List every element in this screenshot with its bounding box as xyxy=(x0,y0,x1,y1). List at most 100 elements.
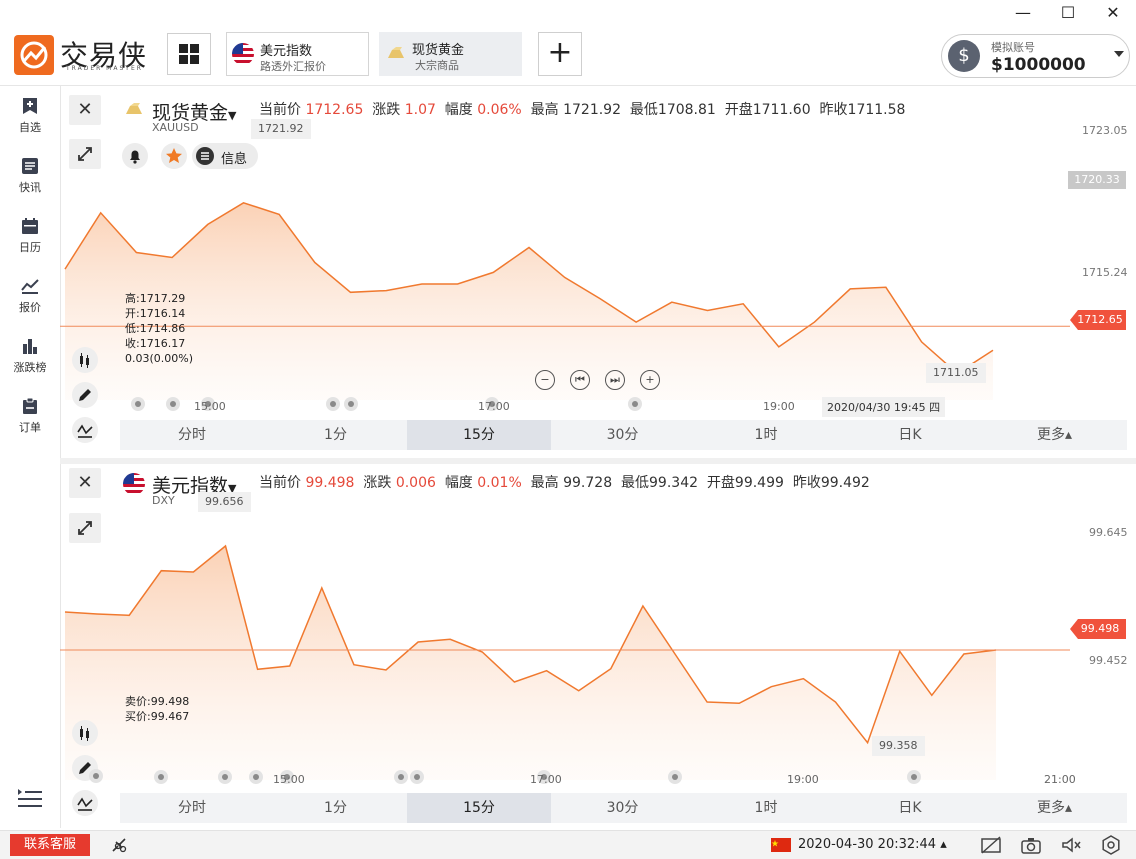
event-marker[interactable] xyxy=(166,397,180,411)
event-marker[interactable] xyxy=(249,770,263,784)
menu-list-icon[interactable] xyxy=(17,786,43,810)
gold-bar-icon xyxy=(388,47,404,58)
more-timeframes-button[interactable]: 更多▴ xyxy=(982,793,1127,823)
max-price-tip: 1721.92 xyxy=(251,119,311,139)
candle-type-button[interactable] xyxy=(72,720,98,746)
zoom-in-button[interactable]: + xyxy=(640,370,660,390)
jump-end-button[interactable]: ⏭ xyxy=(605,370,625,390)
quote-label: 最低 xyxy=(621,475,650,491)
low-value: 99.342 xyxy=(649,475,699,491)
add-tab-button[interactable]: + xyxy=(538,32,582,76)
layout-grid-button[interactable] xyxy=(167,33,211,75)
connection-icon[interactable] xyxy=(110,836,130,854)
timeframe-tab[interactable]: 日K xyxy=(838,793,982,823)
tab-subtitle: 大宗商品 xyxy=(415,59,459,72)
sidebar-item-quotes[interactable]: 报价 xyxy=(0,277,60,315)
open-value: 99.499 xyxy=(734,475,784,491)
timeframe-tab[interactable]: 30分 xyxy=(551,420,694,450)
event-marker[interactable] xyxy=(218,770,232,784)
event-marker[interactable] xyxy=(344,397,358,411)
event-marker[interactable] xyxy=(668,770,682,784)
y-tick-label: 1723.05 xyxy=(1082,124,1128,137)
event-marker[interactable] xyxy=(131,397,145,411)
event-marker[interactable] xyxy=(410,770,424,784)
tab-gold[interactable]: 现货黄金 大宗商品 xyxy=(379,32,522,76)
ohlc-readout: 高:1717.29 开:1716.14 低:1714.86 收:1716.17 … xyxy=(125,292,194,365)
quote-bar: 当前价 99.498 涨跌 0.006 幅度 0.01% 最高 99.728 最… xyxy=(259,472,870,492)
indicator-button[interactable] xyxy=(72,790,98,816)
jump-start-button[interactable]: ⏮ xyxy=(570,370,590,390)
timeframe-tab[interactable]: 分时 xyxy=(120,420,264,450)
timeframe-tab[interactable]: 30分 xyxy=(551,793,694,823)
contact-support-button[interactable]: 联系客服 xyxy=(10,834,90,856)
last-price-tag: 1712.65 xyxy=(1070,310,1126,330)
grid-icon-cell xyxy=(179,55,188,64)
timeframe-tab[interactable]: 日K xyxy=(838,420,982,450)
settings-icon[interactable] xyxy=(1100,834,1122,856)
current-price: 99.498 xyxy=(305,475,355,491)
account-selector[interactable]: $ 模拟账号 $1000000 xyxy=(941,34,1130,78)
last-price-tag: 99.498 xyxy=(1070,619,1126,639)
event-marker[interactable] xyxy=(628,397,642,411)
quote-label: 开盘 xyxy=(706,475,735,491)
event-marker[interactable] xyxy=(394,770,408,784)
max-price-tip: 99.656 xyxy=(198,492,251,512)
x-tick-label: 19:00 xyxy=(787,773,819,786)
screen-off-icon[interactable] xyxy=(980,835,1002,855)
bid-ask-readout: 卖价:99.498 买价:99.467 xyxy=(125,695,190,723)
panel-divider xyxy=(60,458,1136,464)
clock-datetime[interactable]: 2020-04-30 20:32:44 ▴ xyxy=(798,837,947,852)
sidebar-item-orders[interactable]: 订单 xyxy=(0,397,60,435)
tab-title: 美元指数 xyxy=(260,44,313,59)
bookmark-add-icon xyxy=(23,98,37,114)
bar-rank-icon xyxy=(23,339,37,354)
event-marker[interactable] xyxy=(89,769,103,783)
timeframe-tab[interactable]: 1分 xyxy=(264,420,407,450)
event-marker[interactable] xyxy=(154,770,168,784)
header-divider xyxy=(0,85,1136,86)
hover-price-tag: 1720.33 xyxy=(1068,171,1126,189)
timeframe-tab[interactable]: 15分 xyxy=(407,793,551,823)
maximize-button[interactable]: ☐ xyxy=(1056,2,1080,24)
camera-icon[interactable] xyxy=(1020,835,1042,855)
candle-type-button[interactable] xyxy=(72,347,98,373)
grid-icon-cell xyxy=(190,44,199,53)
minimize-button[interactable]: — xyxy=(1011,2,1035,24)
quote-label: 最高 xyxy=(530,475,559,491)
mute-icon[interactable] xyxy=(1060,835,1082,855)
timeframe-tab[interactable]: 1时 xyxy=(694,793,838,823)
indicator-button[interactable] xyxy=(72,417,98,443)
price-area xyxy=(65,546,996,780)
timeframe-tab[interactable]: 分时 xyxy=(120,793,264,823)
sidebar-item-label: 自选 xyxy=(19,121,41,134)
quote-label: 昨收 xyxy=(792,475,821,491)
draw-tool-button[interactable] xyxy=(72,382,98,408)
x-tick-label: 17:00 xyxy=(478,400,510,413)
min-price-tip: 99.358 xyxy=(872,736,925,756)
more-timeframes-button[interactable]: 更多▴ xyxy=(982,420,1127,450)
tab-title: 现货黄金 xyxy=(412,43,465,58)
event-marker[interactable] xyxy=(326,397,340,411)
close-window-button[interactable]: ✕ xyxy=(1101,2,1125,24)
timeframe-tab[interactable]: 15分 xyxy=(407,420,551,450)
sidebar-item-ranking[interactable]: 涨跌榜 xyxy=(0,337,60,375)
sidebar-item-news[interactable]: 快讯 xyxy=(0,157,60,195)
sidebar-item-watchlist[interactable]: 自选 xyxy=(0,97,60,135)
tab-dxy[interactable]: 美元指数 路透外汇报价 xyxy=(226,32,369,76)
indicator-icon xyxy=(77,797,93,811)
quote-label: 当前价 xyxy=(259,475,301,491)
y-tick-label: 99.645 xyxy=(1089,526,1128,539)
grid-icon xyxy=(179,44,188,53)
timeframe-tab[interactable]: 1分 xyxy=(264,793,407,823)
quote-label: 涨跌 xyxy=(363,475,392,491)
sidebar-item-calendar[interactable]: 日历 xyxy=(0,217,60,255)
indicator-icon xyxy=(77,424,93,438)
timeframe-bar: 分时 1分 15分 30分 1时 日K 更多▴ xyxy=(120,420,1127,450)
zoom-out-button[interactable]: − xyxy=(535,370,555,390)
quote-chart-icon xyxy=(21,279,39,294)
x-tick-label: 21:00 xyxy=(1044,773,1076,786)
timeframe-tab[interactable]: 1时 xyxy=(694,420,838,450)
dxy-price-chart[interactable] xyxy=(60,490,1136,790)
change-value: 0.006 xyxy=(395,475,436,491)
event-marker[interactable] xyxy=(907,770,921,784)
